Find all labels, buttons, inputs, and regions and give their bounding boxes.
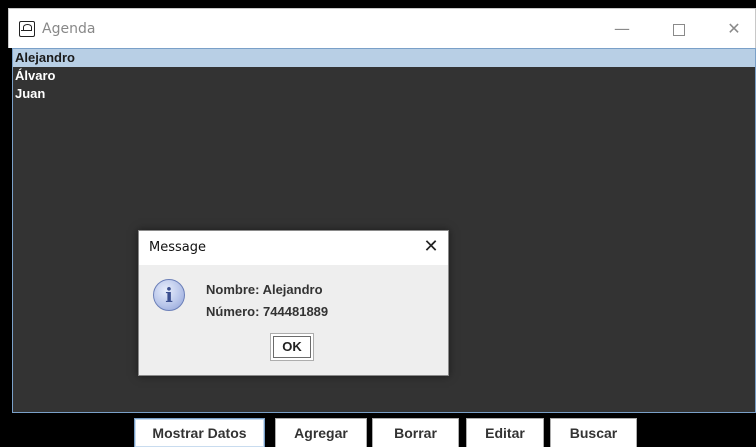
dialog-titlebar[interactable]: Message ✕ bbox=[139, 231, 448, 265]
close-button[interactable]: ✕ bbox=[719, 17, 749, 41]
agenda-window: Agenda — ✕ Alejandro Álvaro Juan Mostrar… bbox=[8, 8, 756, 447]
message-number-text: Número: 744481889 bbox=[206, 304, 329, 319]
maximize-icon bbox=[673, 23, 685, 36]
window-titlebar[interactable]: Agenda — ✕ bbox=[8, 8, 756, 48]
editar-button[interactable]: Editar bbox=[466, 418, 544, 447]
buscar-button[interactable]: Buscar bbox=[550, 418, 637, 447]
contact-book-icon bbox=[19, 21, 35, 37]
list-item[interactable]: Juan bbox=[13, 85, 755, 103]
screen-top-strip bbox=[0, 0, 756, 8]
ok-button[interactable]: OK bbox=[270, 333, 314, 361]
borrar-button[interactable]: Borrar bbox=[372, 418, 459, 447]
dialog-title: Message bbox=[149, 240, 206, 255]
info-icon: i bbox=[153, 279, 185, 311]
dialog-close-button[interactable]: ✕ bbox=[421, 235, 441, 259]
list-item[interactable]: Alejandro bbox=[13, 49, 755, 67]
maximize-button[interactable] bbox=[664, 17, 694, 41]
agregar-button[interactable]: Agregar bbox=[275, 418, 367, 447]
message-name-text: Nombre: Alejandro bbox=[206, 282, 323, 297]
window-title: Agenda bbox=[42, 21, 96, 37]
message-dialog: Message ✕ i Nombre: Alejandro Número: 74… bbox=[138, 230, 449, 376]
minimize-button[interactable]: — bbox=[607, 17, 637, 41]
mostrar-datos-button[interactable]: Mostrar Datos bbox=[134, 418, 265, 447]
list-item[interactable]: Álvaro bbox=[13, 67, 755, 85]
button-bar: Mostrar Datos Agregar Borrar Editar Busc… bbox=[8, 413, 756, 447]
